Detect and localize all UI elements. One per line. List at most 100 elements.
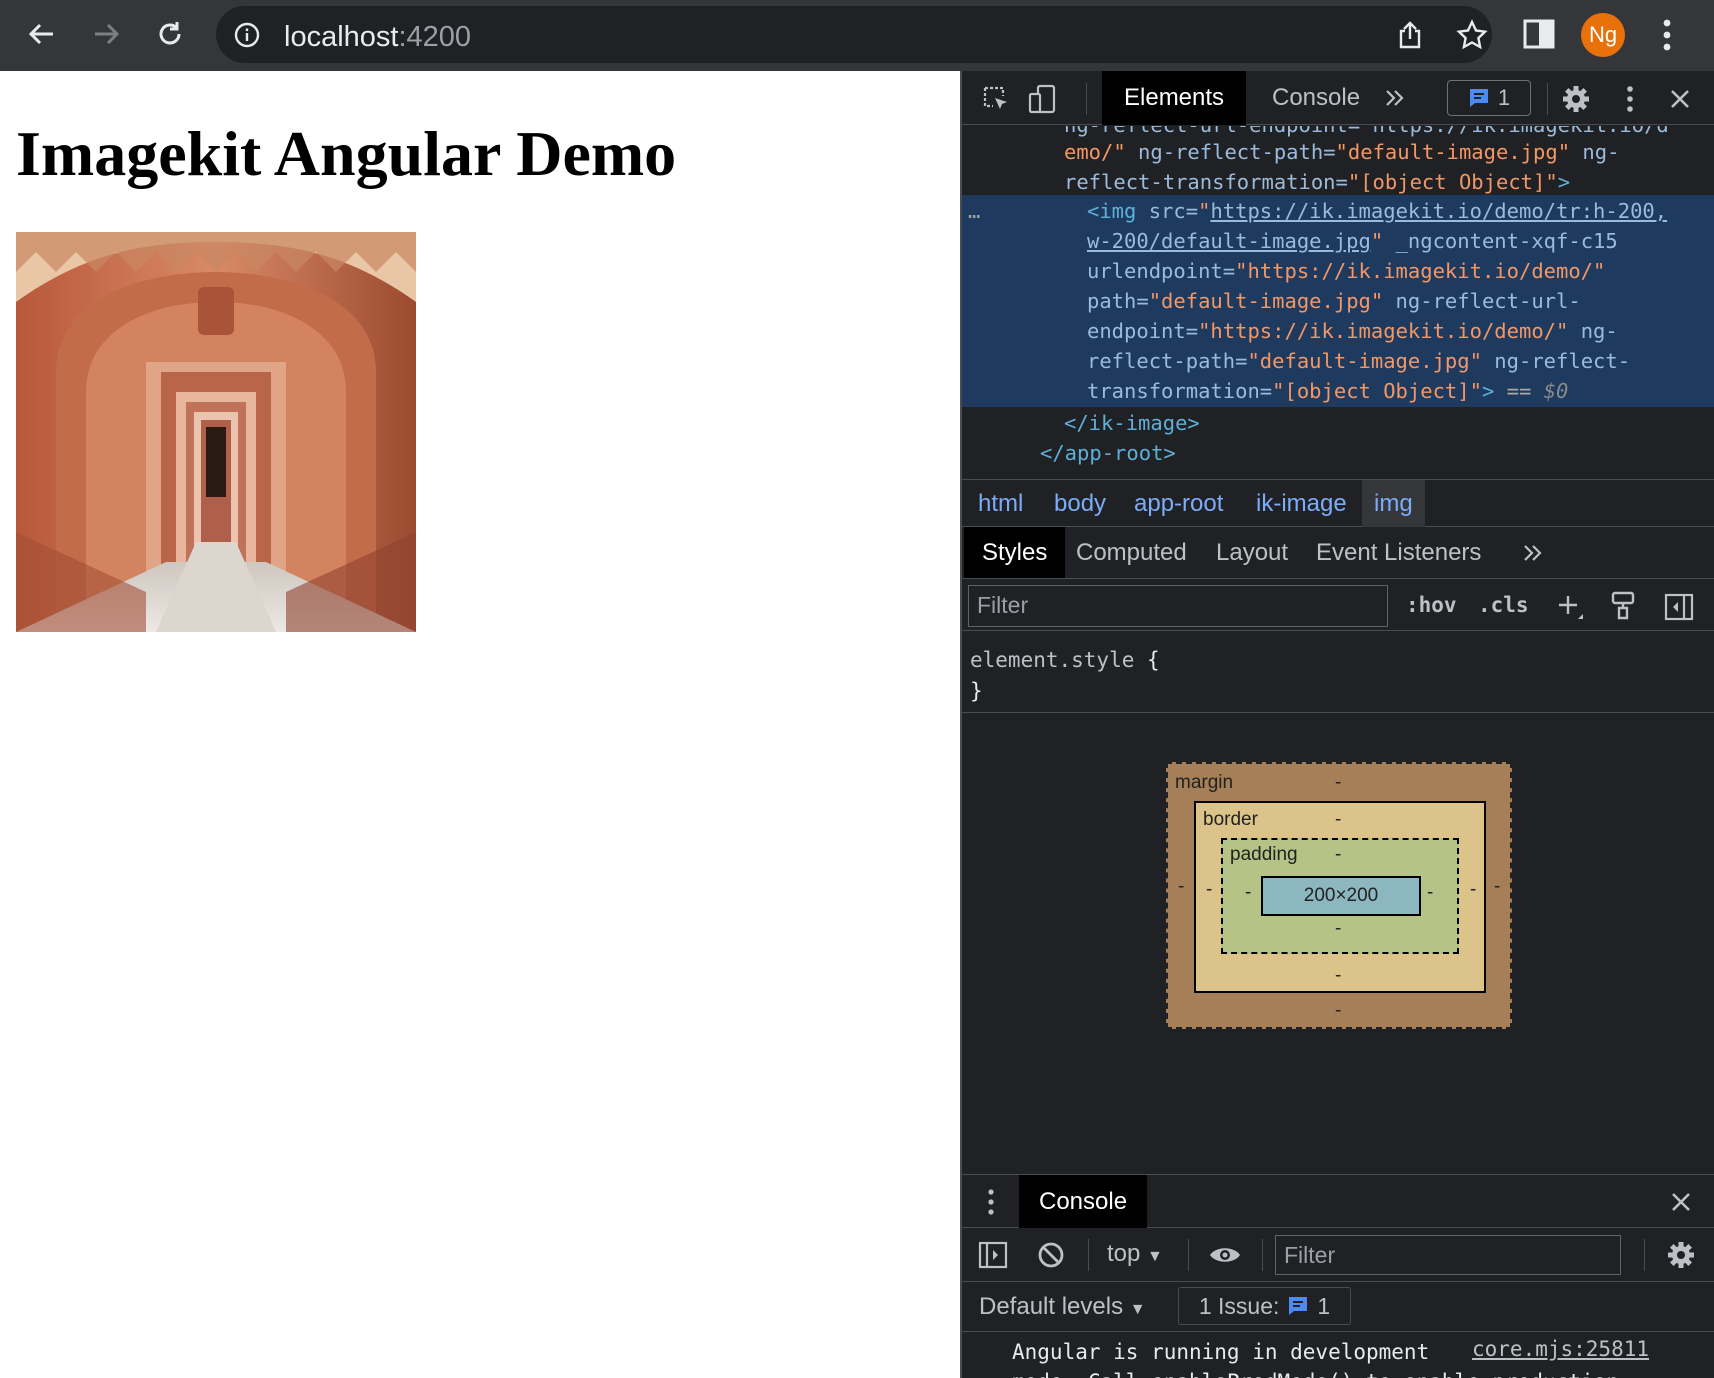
dom-tag: <img (1087, 199, 1137, 223)
more-subtabs-button[interactable] (1504, 527, 1562, 578)
forward-button[interactable] (86, 14, 126, 54)
customize-menu-button[interactable] (1614, 83, 1646, 115)
dom-value: emo/" (1064, 140, 1126, 164)
console-filter-input[interactable]: Filter (1275, 1235, 1621, 1275)
share-icon[interactable] (1396, 20, 1424, 50)
padding-label: padding (1230, 844, 1298, 865)
padding-left-value[interactable]: - (1245, 882, 1251, 904)
dom-line[interactable]: </ik-image> (1064, 408, 1200, 438)
border-top-value[interactable]: - (1335, 809, 1341, 831)
address-bar[interactable]: localhost:4200 (216, 6, 1492, 63)
tab-computed[interactable]: Computed (1058, 527, 1205, 578)
dom-selected-ref: $0 (1543, 379, 1569, 403)
more-vertical-icon (1627, 86, 1633, 112)
toolbar-divider (1262, 1239, 1263, 1271)
breadcrumb: html body app-root ik-image img (962, 479, 1714, 527)
box-model-border[interactable]: border - - - - padding - - - - 200×200 (1194, 801, 1486, 993)
console-issues-button[interactable]: 1 Issue: 1 (1178, 1287, 1351, 1325)
box-model-padding[interactable]: padding - - - - 200×200 (1221, 838, 1459, 954)
styles-filter-input[interactable]: Filter (968, 585, 1388, 627)
dom-value: "https://ik.imagekit.io/demo/" (1235, 259, 1606, 283)
dom-line: endpoint="https://ik.imagekit.io/demo/" … (1087, 316, 1618, 346)
dom-line[interactable]: </app-root> (1040, 438, 1176, 468)
page-heading: Imagekit Angular Demo (16, 118, 677, 189)
breadcrumb-img[interactable]: img (1362, 480, 1425, 527)
device-toolbar-button[interactable] (1026, 83, 1058, 115)
dom-value: " (1198, 199, 1211, 223)
issues-badge[interactable]: 1 (1447, 80, 1531, 116)
dom-tag: > (1481, 379, 1495, 403)
settings-button[interactable] (1560, 83, 1592, 115)
dom-value: "default-image.jpg" (1148, 289, 1384, 313)
log-levels-dropdown[interactable]: Default levels ▼ (979, 1293, 1146, 1321)
breadcrumb-body[interactable]: body (1042, 480, 1118, 527)
border-left-value[interactable]: - (1206, 879, 1212, 901)
new-rule-icon[interactable] (1556, 593, 1584, 621)
info-icon[interactable] (234, 22, 260, 48)
dom-attr: ng- (1570, 140, 1620, 164)
sidebar-toggle-icon[interactable] (1664, 593, 1694, 621)
dom-attr: transformation= (1087, 379, 1273, 403)
dom-attr: ng-reflect-url- (1383, 289, 1581, 313)
breadcrumb-html[interactable]: html (966, 480, 1035, 527)
dom-row-actions-icon[interactable]: … (968, 196, 980, 226)
eye-icon[interactable] (1208, 1242, 1242, 1268)
reload-icon (159, 22, 181, 45)
dom-attr: src= (1136, 199, 1199, 223)
tab-styles[interactable]: Styles (964, 527, 1066, 578)
bookmark-star-icon[interactable] (1456, 19, 1488, 51)
arrow-right-icon (95, 23, 120, 45)
margin-top-value[interactable]: - (1335, 772, 1341, 794)
class-toggle[interactable]: .cls (1478, 593, 1529, 617)
drawer-menu-icon[interactable] (986, 1188, 996, 1216)
box-model-margin[interactable]: margin - - - - border - - - - padding - … (1166, 762, 1512, 1029)
margin-bottom-value[interactable]: - (1335, 1000, 1341, 1022)
inspect-element-button[interactable] (980, 83, 1012, 115)
console-levels-bar: Default levels ▼ 1 Issue: 1 (962, 1282, 1714, 1332)
element-style-rule[interactable]: element.style { } (970, 645, 1160, 707)
drawer-tab-console[interactable]: Console (1019, 1175, 1148, 1228)
chevron-double-right-icon (1386, 90, 1404, 106)
padding-top-value[interactable]: - (1335, 844, 1341, 866)
tab-event-listeners[interactable]: Event Listeners (1298, 527, 1499, 578)
border-bottom-value[interactable]: - (1335, 965, 1341, 987)
tab-layout[interactable]: Layout (1198, 527, 1306, 578)
rule-brace: { (1134, 648, 1160, 672)
gear-icon (1563, 86, 1589, 112)
reload-button[interactable] (150, 14, 190, 54)
dom-src-link[interactable]: https://ik.imagekit.io/demo/tr:h-200, (1210, 199, 1667, 223)
clear-console-icon[interactable] (1036, 1240, 1066, 1270)
paint-roller-icon[interactable] (1610, 591, 1636, 621)
margin-right-value[interactable]: - (1494, 876, 1500, 898)
arrow-left-icon (28, 23, 53, 45)
dom-src-link[interactable]: w-200/default-image.jpg (1087, 229, 1371, 253)
close-devtools-button[interactable] (1664, 83, 1696, 115)
box-model-content-size[interactable]: 200×200 (1261, 876, 1421, 916)
profile-avatar[interactable]: Ng (1581, 13, 1625, 57)
sidebar-toggle-icon[interactable] (978, 1241, 1008, 1269)
side-panel-icon[interactable] (1523, 19, 1555, 49)
url-host: localhost (284, 21, 399, 53)
padding-bottom-value[interactable]: - (1335, 918, 1341, 940)
back-button[interactable] (22, 14, 62, 54)
console-message-source-link[interactable]: core.mjs:25811 (1472, 1337, 1649, 1361)
border-right-value[interactable]: - (1470, 879, 1476, 901)
margin-left-value[interactable]: - (1178, 876, 1184, 898)
toolbar-divider (1188, 1239, 1189, 1271)
padding-right-value[interactable]: - (1427, 882, 1433, 904)
breadcrumb-ik-image[interactable]: ik-image (1244, 480, 1359, 527)
border-label: border (1203, 809, 1258, 830)
tab-elements[interactable]: Elements (1102, 71, 1247, 125)
context-selector[interactable]: top ▼ (1107, 1240, 1163, 1268)
device-mode-icon (1028, 84, 1056, 114)
dom-line: <img src="https://ik.imagekit.io/demo/tr… (1087, 196, 1667, 226)
more-vertical-icon[interactable] (1660, 18, 1674, 52)
dom-attr: ng-reflect-path= (1125, 140, 1336, 164)
breadcrumb-app-root[interactable]: app-root (1122, 480, 1235, 527)
drawer-tabbar: Console (962, 1174, 1714, 1228)
gear-icon[interactable] (1666, 1240, 1696, 1270)
more-tabs-button[interactable] (1362, 71, 1428, 125)
close-icon[interactable] (1670, 1191, 1692, 1213)
hover-state-toggle[interactable]: :hov (1406, 593, 1457, 617)
rule-brace: } (970, 679, 983, 703)
